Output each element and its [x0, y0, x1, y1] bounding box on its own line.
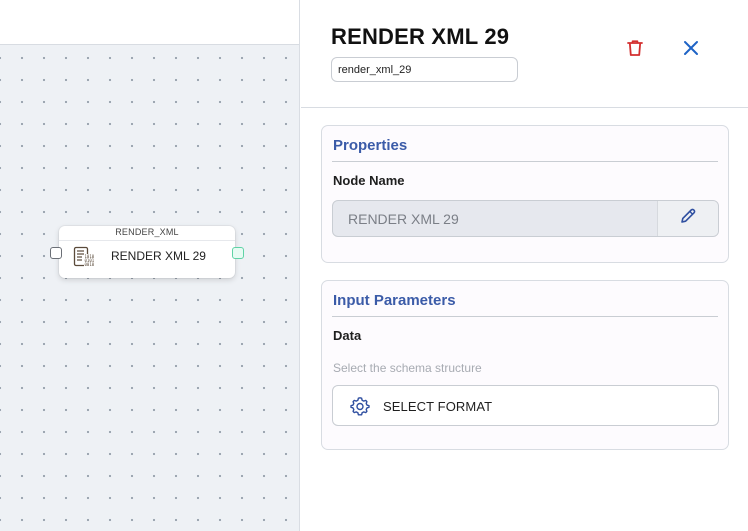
- panel-title: RENDER XML 29: [331, 24, 510, 49]
- workflow-canvas[interactable]: RENDER_XML 1010 0101 0010 RENDER XML 29: [0, 0, 300, 531]
- flow-node-render-xml[interactable]: RENDER_XML 1010 0101 0010 RENDER XML 29: [50, 226, 244, 278]
- data-label: Data: [333, 328, 362, 343]
- trash-icon: [625, 38, 645, 63]
- section-divider: [332, 161, 718, 162]
- node-name-value: RENDER XML 29: [348, 211, 459, 227]
- select-format-button[interactable]: SELECT FORMAT: [332, 385, 719, 426]
- node-properties-panel: RENDER XML 29 Properties Node Name: [301, 0, 748, 531]
- node-name-label: Node Name: [333, 173, 405, 188]
- svg-text:0010: 0010: [85, 262, 95, 267]
- gear-icon: [350, 396, 370, 416]
- input-parameters-heading: Input Parameters: [333, 292, 456, 309]
- canvas-grid[interactable]: [0, 45, 299, 531]
- section-divider: [332, 316, 718, 317]
- pencil-icon: [678, 206, 698, 231]
- properties-heading: Properties: [333, 137, 408, 154]
- close-panel-button[interactable]: [679, 38, 703, 62]
- edit-node-name-button[interactable]: [657, 201, 718, 236]
- output-port[interactable]: [232, 247, 244, 259]
- properties-section: Properties Node Name RENDER XML 29: [321, 125, 729, 263]
- node-name-field: RENDER XML 29: [332, 200, 719, 237]
- node-id-input[interactable]: [331, 57, 518, 82]
- select-format-label: SELECT FORMAT: [383, 399, 493, 414]
- binary-document-icon: 1010 0101 0010: [73, 246, 95, 268]
- delete-node-button[interactable]: [623, 38, 647, 62]
- panel-header: RENDER XML 29: [301, 0, 748, 108]
- close-icon: [682, 39, 700, 62]
- schema-hint: Select the schema structure: [333, 361, 482, 375]
- input-port[interactable]: [50, 247, 62, 259]
- input-parameters-section: Input Parameters Data Select the schema …: [321, 280, 729, 450]
- canvas-toolbar: [0, 0, 299, 45]
- node-label: RENDER XML 29: [111, 249, 206, 263]
- node-type-label: RENDER_XML: [59, 226, 235, 241]
